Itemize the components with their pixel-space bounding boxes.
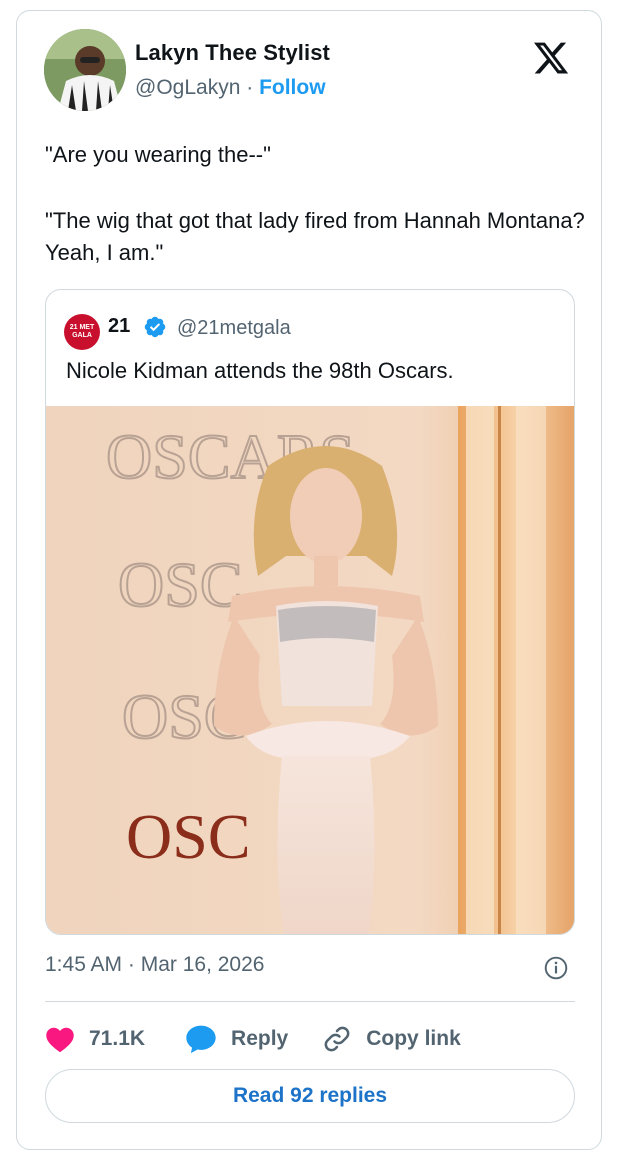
author-handle-row: @OgLakyn · Follow [135, 76, 326, 100]
quoted-tweet[interactable]: 21 MET GALA 21 @21metgala Nicole Kidman … [45, 289, 575, 935]
like-button[interactable]: 71.1K [45, 1025, 145, 1053]
separator: · [246, 76, 254, 99]
x-logo-icon[interactable] [531, 39, 571, 77]
copy-link-label: Copy link [366, 1027, 461, 1050]
quoted-handle[interactable]: @21metgala [177, 317, 291, 340]
like-count: 71.1K [89, 1027, 146, 1050]
divider [45, 1001, 575, 1002]
action-bar: 71.1K Reply Copy link [45, 1019, 461, 1059]
author-avatar[interactable] [44, 29, 126, 111]
tweet-text: "Are you wearing the--" "The wig that go… [45, 139, 585, 269]
reply-label: Reply [231, 1027, 289, 1050]
timestamp[interactable]: 1:45 AM · Mar 16, 2026 [45, 953, 264, 977]
author-name[interactable]: Lakyn Thee Stylist [135, 40, 330, 66]
follow-button[interactable]: Follow [259, 76, 326, 99]
reply-bubble-icon [186, 1025, 216, 1054]
link-icon [324, 1026, 350, 1052]
quoted-name[interactable]: 21 [108, 315, 130, 338]
tweet-line-1: "Are you wearing the--" [45, 142, 271, 167]
read-replies-button[interactable]: Read 92 replies [45, 1069, 575, 1123]
tweet-line-2: "The wig that got that lady fired from H… [45, 208, 585, 265]
wall-text-2: OSC [118, 549, 243, 620]
copy-link-button[interactable]: Copy link [322, 1024, 461, 1054]
heart-icon [46, 1027, 74, 1053]
wall-text-4: OSC [126, 801, 251, 872]
verified-badge-icon [144, 316, 166, 338]
quoted-text: Nicole Kidman attends the 98th Oscars. [66, 358, 454, 383]
reply-button[interactable]: Reply [185, 1024, 288, 1054]
info-icon[interactable] [543, 955, 569, 981]
author-handle[interactable]: @OgLakyn [135, 76, 240, 99]
quoted-avatar[interactable]: 21 MET GALA [64, 314, 100, 350]
tweet-embed-card: Lakyn Thee Stylist @OgLakyn · Follow "Ar… [16, 10, 602, 1150]
quoted-photo[interactable]: OSCARS OSC OSC OSC [46, 406, 575, 935]
